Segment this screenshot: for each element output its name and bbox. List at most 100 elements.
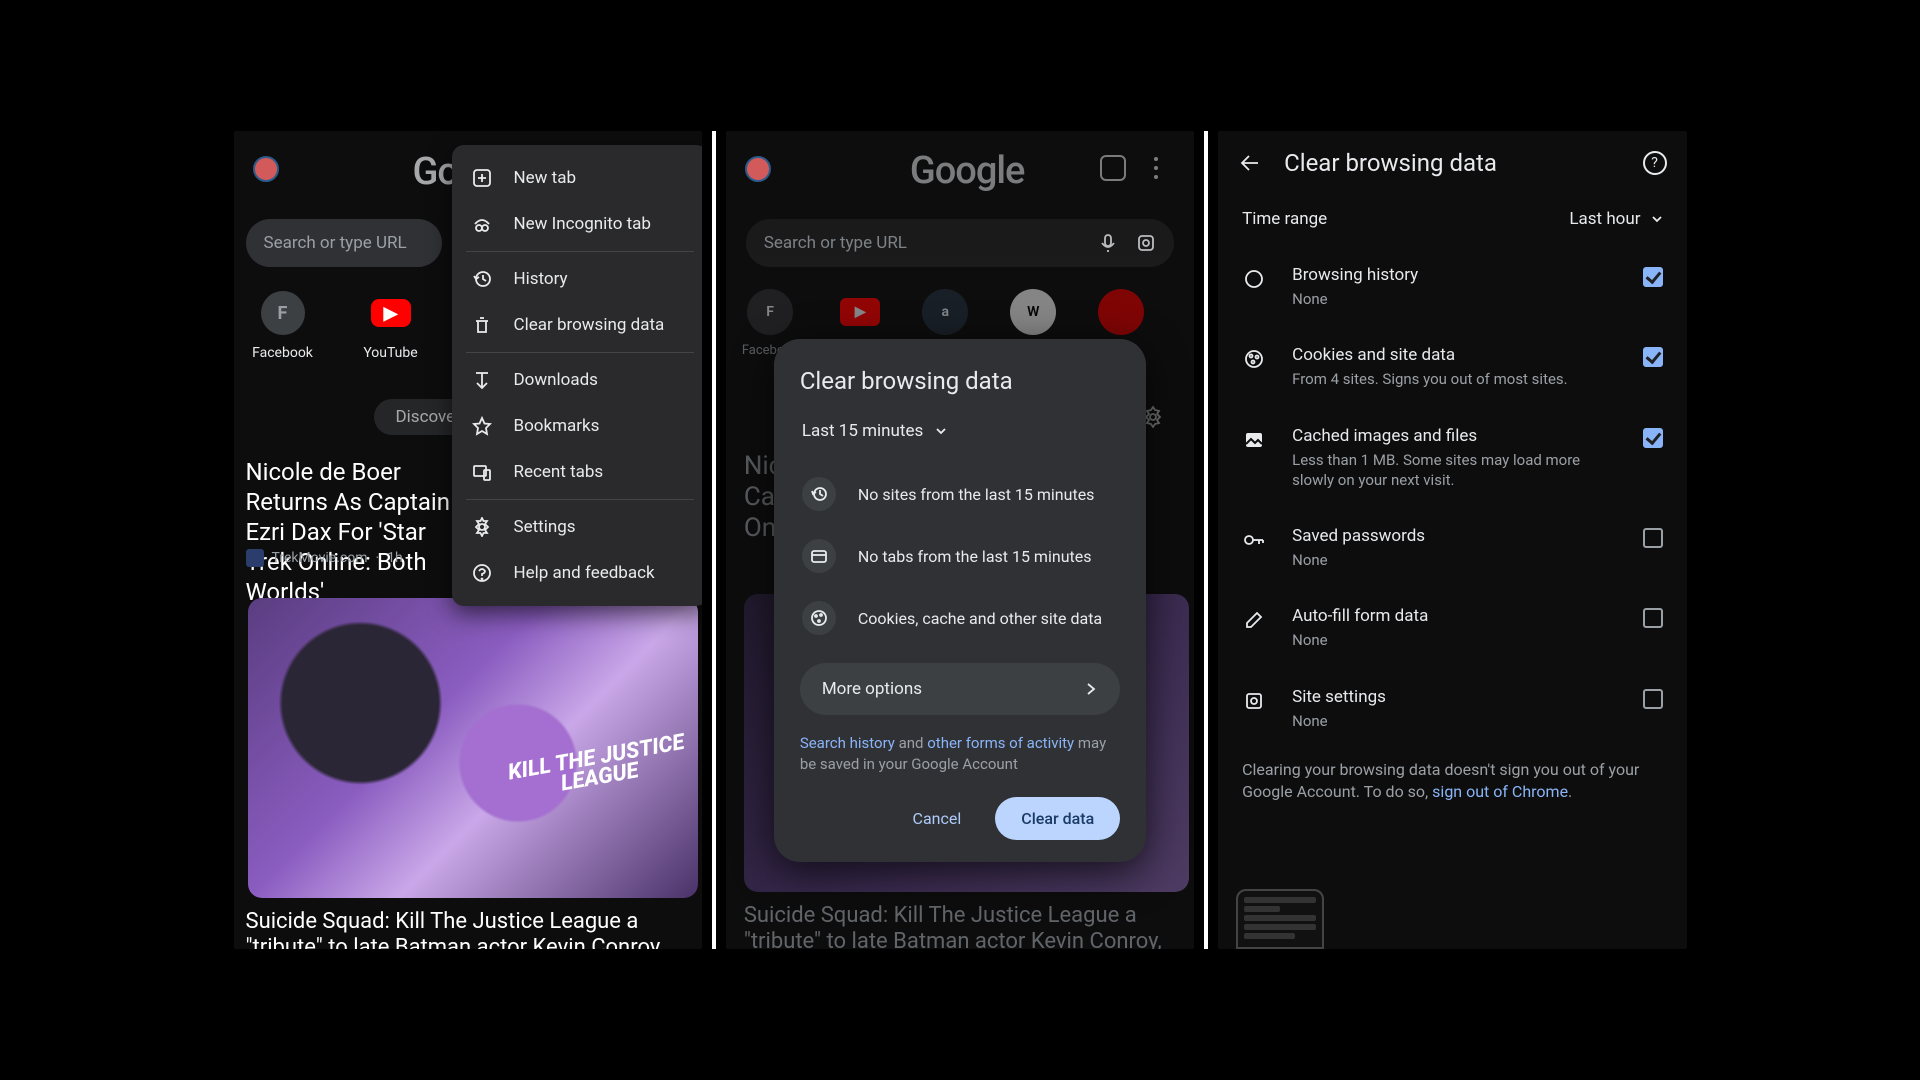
- clear-data-button[interactable]: Clear data: [995, 797, 1120, 840]
- item-subtitle: None: [1292, 630, 1612, 650]
- shortcut-icon: F: [261, 291, 305, 335]
- menu-incognito[interactable]: New Incognito tab: [452, 201, 702, 247]
- item-autofill[interactable]: Auto-fill form dataNone: [1242, 588, 1662, 668]
- checkbox[interactable]: [1643, 689, 1663, 709]
- menu-label: New Incognito tab: [514, 214, 651, 234]
- item-title: Saved passwords: [1292, 526, 1616, 546]
- chevron-right-icon: [1084, 682, 1098, 696]
- checkbox[interactable]: [1643, 347, 1663, 367]
- tabs-button[interactable]: [1100, 155, 1126, 181]
- menu-label: Help and feedback: [514, 563, 655, 583]
- key-icon: [1242, 528, 1266, 552]
- item-subtitle: None: [1292, 289, 1612, 309]
- more-options-button[interactable]: More options: [800, 663, 1120, 715]
- time-range-value: Last 15 minutes: [802, 421, 923, 441]
- shortcut-youtube[interactable]: ▶ YouTube: [358, 291, 424, 361]
- shortcut-facebook[interactable]: F Facebook: [250, 291, 316, 361]
- dialog-title: Clear browsing data: [800, 367, 1120, 395]
- menu-separator: [466, 499, 694, 500]
- source-favicon: [246, 549, 264, 567]
- article-headline[interactable]: Nicole de Boer Returns As Captain Ezri D…: [246, 457, 452, 607]
- item-browsing-history[interactable]: Browsing history None: [1242, 247, 1662, 327]
- download-icon: [472, 370, 492, 390]
- search-history-link[interactable]: Search history: [800, 734, 895, 752]
- dialog-row-tabs: No tabs from the last 15 minutes: [800, 525, 1120, 587]
- clear-data-dialog: Clear browsing data Last 15 minutes No s…: [774, 339, 1146, 862]
- more-options-label: More options: [822, 679, 922, 699]
- item-subtitle: None: [1292, 711, 1612, 731]
- gear-icon: [472, 517, 492, 537]
- item-title: Browsing history: [1292, 265, 1616, 285]
- time-range-row[interactable]: Time range Last hour: [1218, 195, 1686, 243]
- search-input[interactable]: Search or type URL: [746, 219, 1174, 267]
- panel-divider: [712, 131, 716, 949]
- clear-data-list: Browsing history None Cookies and site da…: [1218, 243, 1686, 749]
- dialog-row-label: No tabs from the last 15 minutes: [858, 547, 1092, 566]
- settings-header: Clear browsing data ?: [1218, 131, 1686, 195]
- dialog-footer-note: Search history and other forms of activi…: [800, 733, 1120, 775]
- back-arrow-icon[interactable]: [1238, 151, 1262, 175]
- google-logo: Google: [910, 149, 1025, 193]
- article-timestamp: 1h: [387, 550, 403, 566]
- panel-chrome-menu: Go Search or type URL F Facebook ▶ YouTu…: [234, 131, 702, 949]
- dialog-actions: Cancel Clear data: [800, 797, 1120, 840]
- search-input[interactable]: Search or type URL: [246, 219, 442, 267]
- item-passwords[interactable]: Saved passwords None: [1242, 508, 1662, 588]
- dialog-row-sites: No sites from the last 15 minutes: [800, 463, 1120, 525]
- youtube-icon: ▶: [371, 299, 411, 327]
- history-icon: [802, 477, 836, 511]
- activity-link[interactable]: other forms of activity: [927, 734, 1074, 752]
- dialog-row-cookies: Cookies, cache and other site data: [800, 587, 1120, 649]
- article-headline-2-dim: Suicide Squad: Kill The Justice League a…: [744, 903, 1194, 949]
- item-subtitle: None: [1292, 550, 1612, 570]
- panel-clear-dialog: Google Search or type URL FFacebook ▶ a …: [726, 131, 1194, 949]
- page-title: Clear browsing data: [1284, 149, 1497, 177]
- menu-label: Bookmarks: [514, 416, 600, 436]
- item-cache[interactable]: Cached images and filesLess than 1 MB. S…: [1242, 408, 1662, 509]
- tab-icon: [802, 539, 836, 573]
- overflow-menu: New tab New Incognito tab History Clear …: [452, 145, 702, 606]
- item-site-settings[interactable]: Site settings None: [1242, 669, 1662, 749]
- menu-label: History: [514, 269, 568, 289]
- item-title: Site settings: [1292, 687, 1616, 707]
- article-source: TrekMovie.com: [272, 550, 368, 566]
- search-placeholder: Search or type URL: [764, 233, 907, 253]
- article-image-overlay-text: KILL THE JUSTICE LEAGUE: [496, 731, 700, 805]
- item-cookies[interactable]: Cookies and site dataFrom 4 sites. Signs…: [1242, 327, 1662, 407]
- menu-recent-tabs[interactable]: Recent tabs: [452, 449, 702, 495]
- checkbox[interactable]: [1643, 428, 1663, 448]
- sign-out-link[interactable]: sign out of Chrome: [1432, 782, 1568, 801]
- article-headline-2[interactable]: Suicide Squad: Kill The Justice League a…: [246, 909, 702, 949]
- checkbox[interactable]: [1643, 528, 1663, 548]
- lens-icon[interactable]: [1136, 233, 1156, 253]
- time-range-dropdown[interactable]: Last 15 minutes: [800, 417, 1120, 445]
- chevron-down-icon: [1651, 213, 1663, 225]
- menu-label: Clear browsing data: [514, 315, 665, 335]
- menu-downloads[interactable]: Downloads: [452, 357, 702, 403]
- clock-icon: [1242, 267, 1266, 291]
- cancel-button[interactable]: Cancel: [897, 799, 978, 838]
- menu-settings[interactable]: Settings: [452, 504, 702, 550]
- mic-icon[interactable]: [1098, 233, 1118, 253]
- menu-label: Downloads: [514, 370, 598, 390]
- avatar[interactable]: [253, 156, 279, 182]
- more-button[interactable]: [1146, 155, 1166, 181]
- item-title: Cached images and files: [1292, 426, 1616, 446]
- cookie-icon: [802, 601, 836, 635]
- menu-new-tab[interactable]: New tab: [452, 155, 702, 201]
- menu-help[interactable]: Help and feedback: [452, 550, 702, 596]
- help-icon[interactable]: ?: [1643, 151, 1667, 175]
- menu-clear-data[interactable]: Clear browsing data: [452, 302, 702, 348]
- menu-separator: [466, 251, 694, 252]
- article-image[interactable]: KILL THE JUSTICE LEAGUE: [248, 598, 698, 898]
- menu-bookmarks[interactable]: Bookmarks: [452, 403, 702, 449]
- shortcut-label: Facebook: [252, 345, 313, 361]
- panel-divider: [1204, 131, 1208, 949]
- cookie-icon: [1242, 347, 1266, 371]
- avatar[interactable]: [745, 156, 771, 182]
- menu-history[interactable]: History: [452, 256, 702, 302]
- menu-label: New tab: [514, 168, 577, 188]
- menu-separator: [466, 352, 694, 353]
- checkbox[interactable]: [1643, 608, 1663, 628]
- checkbox[interactable]: [1643, 267, 1663, 287]
